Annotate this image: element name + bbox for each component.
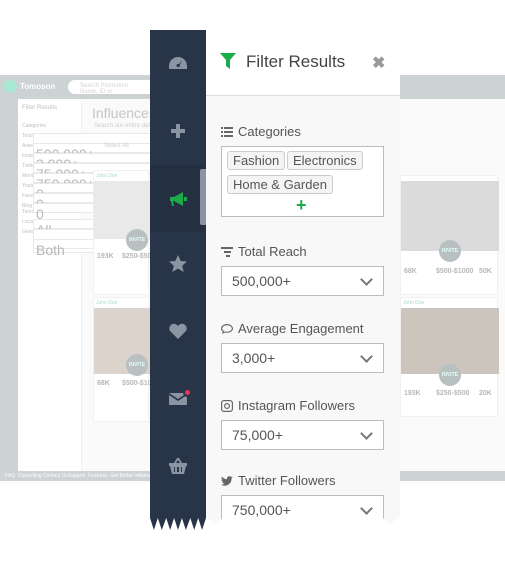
bg-card: John Doe INVITE 193K $250-$500: [93, 170, 155, 295]
invite-button: INVITE: [439, 240, 461, 262]
comment-icon: [221, 323, 233, 334]
list-icon: [221, 126, 233, 137]
notification-badge: [183, 388, 192, 397]
select-value: 75,000+: [232, 427, 283, 443]
label-text: Twitter Followers: [238, 473, 336, 488]
instagram-followers-select[interactable]: 75,000+: [221, 420, 384, 450]
label-text: Total Reach: [238, 244, 307, 259]
bg-footer-link: Consulting: [18, 473, 42, 479]
add-category-button[interactable]: +: [296, 195, 307, 216]
invite-button: INVITE: [439, 364, 461, 386]
instagram-followers-label: Instagram Followers: [221, 398, 355, 413]
bg-card-extra: 50K: [479, 268, 492, 275]
bg-card-reach: 193K: [404, 390, 421, 397]
bg-card-name: John Doe: [96, 300, 118, 306]
bg-card-reach: 68K: [404, 268, 417, 275]
label-text: Instagram Followers: [238, 398, 356, 413]
bg-card-name: John Doe: [96, 173, 118, 179]
twitter-followers-select[interactable]: 750,000+: [221, 495, 384, 524]
sidebar: [150, 30, 206, 530]
panel-title: Filter Results: [246, 52, 346, 71]
twitter-followers-label: Twitter Followers: [221, 473, 336, 488]
select-value: 3,000+: [232, 350, 276, 366]
bg-footer-link: Features: [88, 473, 108, 479]
sidebar-item-basket[interactable]: [150, 432, 206, 499]
panel-header: Filter Results ✖: [206, 30, 400, 96]
bg-card-price: $250-$500: [436, 390, 470, 397]
chevron-down-icon: [360, 350, 373, 363]
bg-select-all: Select All: [104, 143, 129, 149]
sidebar-item-messages[interactable]: [150, 365, 206, 432]
bg-card-name: John Doe: [403, 300, 425, 306]
instagram-icon: [221, 399, 233, 412]
megaphone-icon: [170, 191, 187, 206]
bg-card-reach: 68K: [97, 380, 110, 387]
sidebar-scrollbar[interactable]: [200, 169, 206, 225]
brand: Tomoson: [20, 82, 56, 91]
select-value: 500,000+: [232, 273, 291, 289]
total-reach-label: Total Reach: [221, 244, 307, 259]
bg-filter-panel: Filter Results Categories Total Reach500…: [18, 99, 196, 471]
bg-footer-link: Contact Us: [43, 473, 68, 479]
filter-icon: [220, 53, 236, 69]
bg-footer-link: FAQ: [5, 473, 16, 479]
bg-card-price: $500-$1000: [436, 268, 474, 275]
category-tag[interactable]: Electronics: [287, 151, 363, 170]
invite-button: INVITE: [126, 354, 148, 376]
sidebar-item-add[interactable]: [150, 97, 206, 164]
bg-card: INVITE 68K $500-$1000 50K: [400, 175, 499, 295]
star-icon: [169, 254, 187, 272]
bg-sidebar: [0, 99, 18, 471]
bg-footer-link: Support: [68, 473, 86, 479]
filter-panel: Filter Results ✖ Categories Fashion Elec…: [206, 30, 400, 524]
total-reach-select[interactable]: 500,000+: [221, 266, 384, 296]
category-tag[interactable]: Home & Garden: [227, 175, 333, 194]
average-engagement-label: Average Engagement: [221, 321, 364, 336]
chevron-down-icon: [360, 273, 373, 286]
bg-card: John Doe INVITE 68K $500-$1000: [93, 297, 159, 422]
bg-filter-title: Filter Results: [22, 105, 58, 111]
reach-icon: [221, 246, 233, 257]
categories-label: Categories: [221, 124, 301, 139]
close-icon[interactable]: ✖: [372, 53, 385, 73]
dashboard-icon: [169, 56, 187, 69]
sidebar-item-favorites[interactable]: [150, 230, 206, 297]
bg-page-subtitle: Search our entire data: [94, 123, 154, 129]
average-engagement-select[interactable]: 3,000+: [221, 343, 384, 373]
categories-input[interactable]: Fashion Electronics Home & Garden +: [221, 146, 384, 217]
category-tag[interactable]: Fashion: [227, 151, 286, 170]
bg-card-extra: 20K: [479, 390, 492, 397]
logo: [4, 80, 17, 93]
sidebar-item-dashboard[interactable]: [150, 30, 206, 97]
invite-button: INVITE: [126, 229, 148, 251]
bg-card-reach: 193K: [97, 253, 114, 260]
basket-icon: [169, 457, 187, 474]
sidebar-item-liked[interactable]: [150, 297, 206, 364]
twitter-icon: [221, 475, 233, 486]
plus-icon: [171, 123, 185, 138]
sidebar-item-campaigns[interactable]: [150, 165, 206, 232]
label-text: Categories: [238, 124, 301, 139]
label-text: Average Engagement: [238, 321, 364, 336]
bg-card: John Doe INVITE 193K $250-$500 20K: [400, 297, 499, 417]
chevron-down-icon: [360, 502, 373, 515]
select-value: 750,000+: [232, 502, 291, 518]
chevron-down-icon: [360, 427, 373, 440]
bg-label: Categories: [22, 123, 47, 129]
heart-icon: [169, 323, 187, 339]
search-input: Search Promotion Name, ID or: [68, 80, 158, 95]
